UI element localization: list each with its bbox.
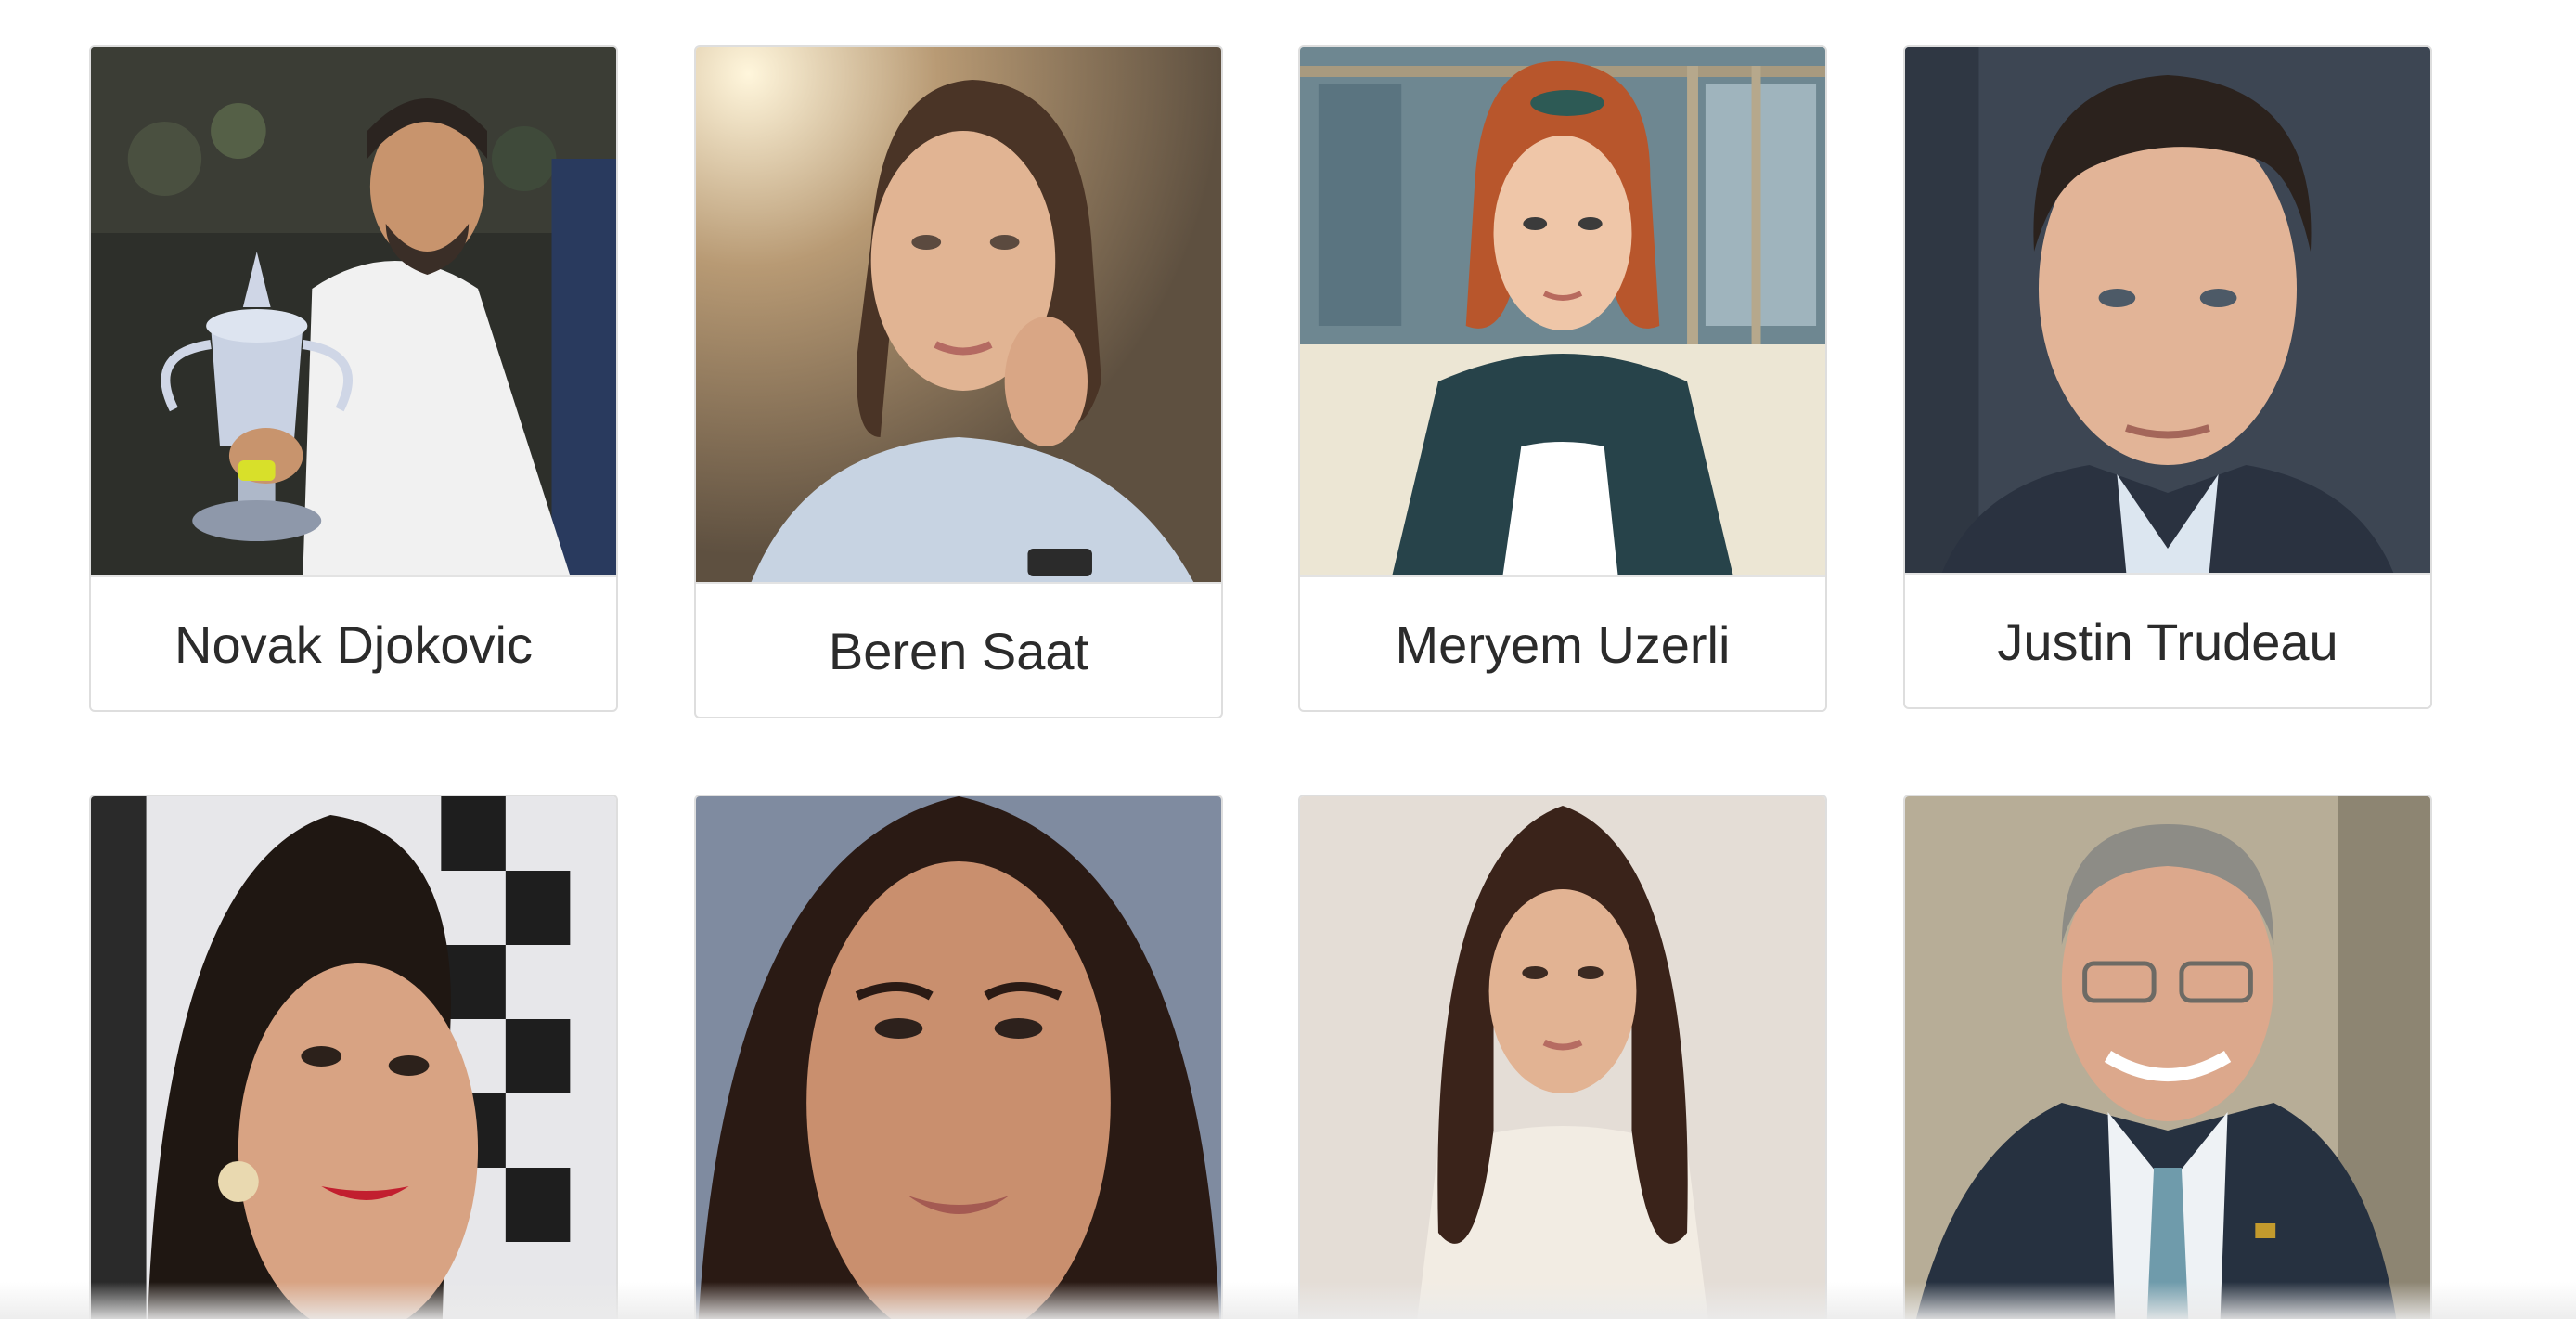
- celebrity-name: Novak Djokovic: [91, 575, 616, 710]
- celebrity-photo[interactable]: [696, 796, 1221, 1319]
- celebrity-name: Justin Trudeau: [1905, 573, 2430, 707]
- celebrity-name: Beren Saat: [696, 582, 1221, 717]
- celebrity-card[interactable]: Beren Saat: [694, 45, 1223, 718]
- celebrity-photo[interactable]: [1300, 47, 1825, 575]
- celebrity-card[interactable]: Meryem Uzerli: [1298, 45, 1827, 712]
- celebrity-photo[interactable]: [696, 47, 1221, 582]
- celebrity-card[interactable]: Novak Djokovic: [89, 45, 618, 712]
- celebrity-card[interactable]: [694, 795, 1223, 1319]
- celebrity-photo[interactable]: [91, 796, 616, 1319]
- celebrity-photo[interactable]: [1905, 796, 2430, 1319]
- celebrity-gallery: Novak Djokovic Beren Saat Meryem Uzerli …: [0, 0, 2576, 1319]
- celebrity-photo[interactable]: [1300, 796, 1825, 1319]
- celebrity-photo[interactable]: [91, 47, 616, 575]
- celebrity-card[interactable]: [1903, 795, 2432, 1319]
- celebrity-photo[interactable]: [1905, 47, 2430, 573]
- celebrity-card[interactable]: [1298, 795, 1827, 1319]
- celebrity-card[interactable]: Justin Trudeau: [1903, 45, 2432, 709]
- celebrity-name: Meryem Uzerli: [1300, 575, 1825, 710]
- celebrity-card[interactable]: [89, 795, 618, 1319]
- scroll-edge-shadow: [0, 1282, 2576, 1319]
